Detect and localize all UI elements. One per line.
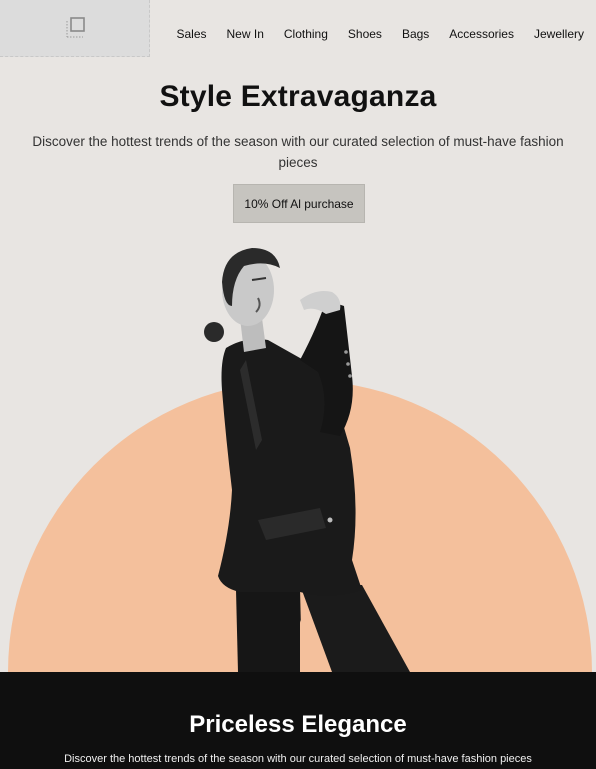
image-placeholder-icon — [66, 17, 85, 38]
priceless-elegance-section: Priceless Elegance Discover the hottest … — [0, 672, 596, 769]
nav-link-shoes[interactable]: Shoes — [348, 27, 382, 41]
nav-link-sales[interactable]: Sales — [176, 27, 206, 41]
section-subtitle: Discover the hottest trends of the seaso… — [64, 753, 532, 765]
nav-link-jewellery[interactable]: Jewellery — [534, 27, 584, 41]
nav-link-new-in[interactable]: New In — [227, 27, 264, 41]
hero-image-area — [0, 240, 596, 672]
section-title: Priceless Elegance — [189, 711, 407, 738]
main-nav: Sales New In Clothing Shoes Bags Accesso… — [176, 27, 584, 41]
logo[interactable] — [0, 0, 150, 57]
nav-link-accessories[interactable]: Accessories — [449, 27, 514, 41]
nav-link-bags[interactable]: Bags — [402, 27, 429, 41]
hero-subtitle: Discover the hottest trends of the seaso… — [32, 134, 564, 170]
site-header: Sales New In Clothing Shoes Bags Accesso… — [0, 0, 596, 58]
nav-link-clothing[interactable]: Clothing — [284, 27, 328, 41]
discount-cta-button[interactable]: 10% Off Al purchase — [233, 184, 365, 223]
hero-title: Style Extravaganza — [159, 80, 437, 113]
